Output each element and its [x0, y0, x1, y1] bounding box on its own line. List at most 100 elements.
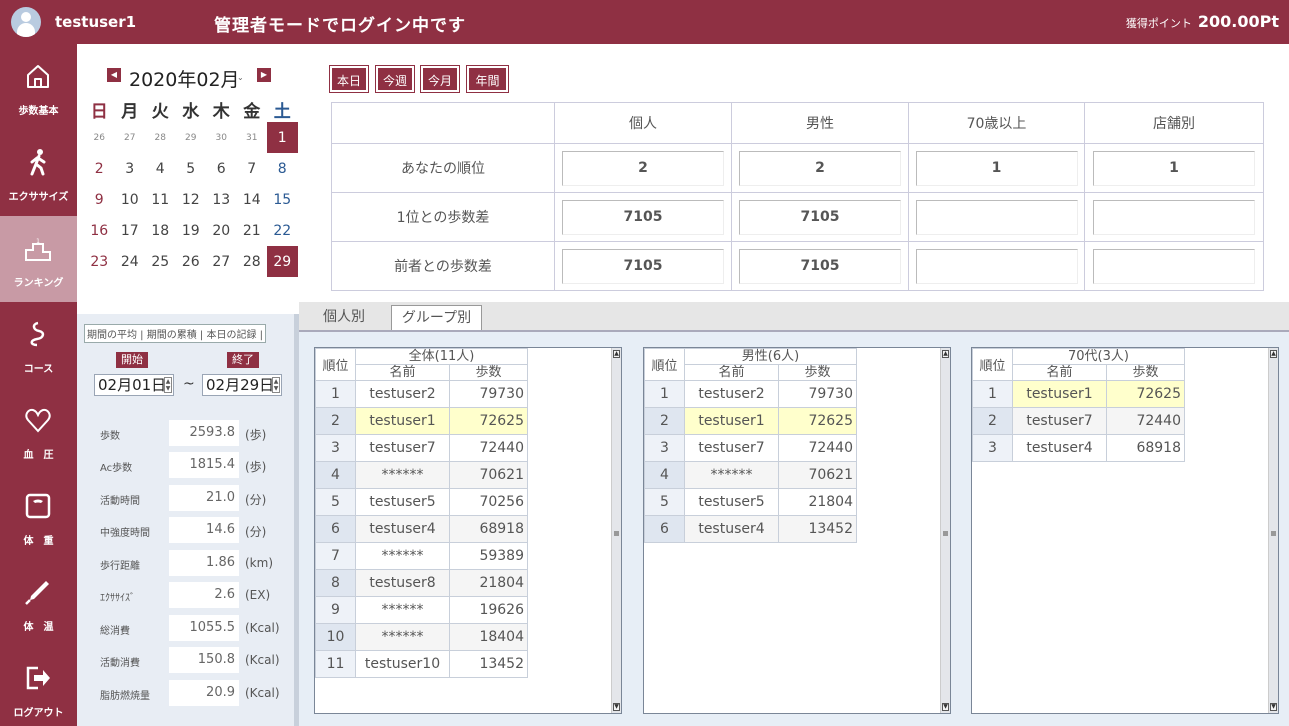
table-row[interactable]: 2 testuser1 72625 — [315, 407, 528, 435]
next-month-button[interactable]: ▶ — [257, 68, 271, 82]
table-row[interactable]: 7 ****** 59389 — [315, 542, 528, 570]
calendar-day[interactable]: 19 — [176, 215, 207, 246]
points-display: 獲得ポイント 200.00Pt — [1126, 12, 1279, 31]
table-row[interactable]: 6 testuser4 13452 — [644, 515, 857, 543]
calendar-day[interactable]: 20 — [206, 215, 237, 246]
calendar-day[interactable]: 27 — [206, 246, 237, 277]
calendar-day[interactable]: 31 — [237, 122, 268, 153]
nav-blood-pressure[interactable]: 血 圧 — [0, 388, 77, 474]
stat-value: 150.8 — [169, 647, 239, 673]
period-month-button[interactable]: 今月 — [420, 65, 460, 93]
tab-group[interactable]: グループ別 — [391, 305, 482, 330]
rank-cell: 5 — [315, 488, 356, 516]
table-row[interactable]: 3 testuser7 72440 — [644, 434, 857, 462]
table-row[interactable]: 5 testuser5 21804 — [644, 488, 857, 516]
calendar-day[interactable]: 3 — [115, 153, 146, 184]
scroll-grip-icon[interactable] — [1271, 531, 1276, 536]
chevron-down-icon[interactable]: ⌄ — [237, 73, 244, 82]
period-year-button[interactable]: 年間 — [466, 65, 509, 93]
weekday-label: 日 — [90, 101, 108, 122]
nav-logout[interactable]: ログアウト — [0, 646, 77, 726]
end-date-field[interactable]: 02月29日 ▲ ▼ — [202, 374, 282, 396]
table-row[interactable]: 2 testuser1 72625 — [644, 407, 857, 435]
table-row[interactable]: 3 testuser4 68918 — [972, 434, 1185, 462]
table-row[interactable]: 2 testuser7 72440 — [972, 407, 1185, 435]
table-row[interactable]: 5 testuser5 70256 — [315, 488, 528, 516]
calendar-day[interactable]: 2 — [84, 153, 115, 184]
calendar-day[interactable]: 27 — [115, 122, 146, 153]
scroll-up-icon[interactable]: ▲ — [613, 350, 620, 358]
calendar-day[interactable]: 4 — [145, 153, 176, 184]
nav-weight[interactable]: 体 重 — [0, 474, 77, 560]
scrollbar[interactable]: ▲ ▼ — [611, 348, 621, 713]
calendar-day[interactable]: 8 — [267, 153, 298, 184]
spinner-icon[interactable]: ▲ ▼ — [164, 377, 172, 393]
scroll-up-icon[interactable]: ▲ — [942, 350, 949, 358]
stats-tabs[interactable]: 期間の平均 | 期間の累積 | 本日の記録 | — [84, 324, 267, 343]
table-row[interactable]: 9 ****** 19626 — [315, 596, 528, 624]
scrollbar[interactable]: ▲ ▼ — [1268, 348, 1278, 713]
table-row[interactable]: 3 testuser7 72440 — [315, 434, 528, 462]
calendar-day[interactable]: 30 — [206, 122, 237, 153]
table-row[interactable]: 1 testuser2 79730 — [644, 380, 857, 408]
calendar-day-selected[interactable]: 29 — [267, 246, 298, 277]
calendar-day[interactable]: 17 — [115, 215, 146, 246]
calendar-month-title[interactable]: 2020年02月 — [129, 65, 240, 92]
scroll-down-icon[interactable]: ▼ — [1270, 703, 1277, 711]
nav-exercise[interactable]: エクササイズ — [0, 130, 77, 216]
calendar-day[interactable]: 24 — [115, 246, 146, 277]
scroll-down-icon[interactable]: ▼ — [942, 703, 949, 711]
calendar-day[interactable]: 21 — [237, 215, 268, 246]
table-row[interactable]: 10 ****** 18404 — [315, 623, 528, 651]
scroll-grip-icon[interactable] — [943, 531, 948, 536]
period-today-button[interactable]: 本日 — [329, 65, 369, 93]
calendar-day[interactable]: 23 — [84, 246, 115, 277]
calendar-day[interactable]: 15 — [267, 184, 298, 215]
calendar-day[interactable]: 28 — [237, 246, 268, 277]
scroll-down-icon[interactable]: ▼ — [613, 703, 620, 711]
calendar-day-selected[interactable]: 1 — [267, 122, 298, 153]
scroll-grip-icon[interactable] — [614, 531, 619, 536]
scroll-up-icon[interactable]: ▲ — [1270, 350, 1277, 358]
range-separator: ~ — [183, 376, 195, 392]
spinner-icon[interactable]: ▲ ▼ — [272, 377, 280, 393]
calendar-day[interactable]: 9 — [84, 184, 115, 215]
prev-month-button[interactable]: ◀ — [107, 68, 121, 82]
period-week-button[interactable]: 今週 — [375, 65, 415, 93]
calendar-day[interactable]: 26 — [84, 122, 115, 153]
table-row[interactable]: 4 ****** 70621 — [315, 461, 528, 489]
calendar-day[interactable]: 14 — [237, 184, 268, 215]
nav-label: 体 温 — [23, 622, 54, 633]
start-date-field[interactable]: 02月01日 ▲ ▼ — [94, 374, 174, 396]
calendar-day[interactable]: 11 — [145, 184, 176, 215]
nav-ranking[interactable]: 1 ランキング — [0, 216, 77, 302]
calendar-day[interactable]: 26 — [176, 246, 207, 277]
nav-temperature[interactable]: 体 温 — [0, 560, 77, 646]
table-row[interactable]: 1 testuser1 72625 — [972, 380, 1185, 408]
weekday-label: 土 — [273, 101, 291, 122]
calendar-day[interactable]: 6 — [206, 153, 237, 184]
calendar-day[interactable]: 25 — [145, 246, 176, 277]
calendar-day[interactable]: 16 — [84, 215, 115, 246]
weekday-label: 木 — [212, 101, 230, 122]
start-date-value: 02月01日 — [98, 376, 167, 394]
calendar-day[interactable]: 13 — [206, 184, 237, 215]
calendar-day[interactable]: 12 — [176, 184, 207, 215]
calendar-day[interactable]: 10 — [115, 184, 146, 215]
table-row[interactable]: 11 testuser10 13452 — [315, 650, 528, 678]
table-row[interactable]: 8 testuser8 21804 — [315, 569, 528, 597]
calendar-day[interactable]: 29 — [176, 122, 207, 153]
calendar-day[interactable]: 28 — [145, 122, 176, 153]
scrollbar[interactable]: ▲ ▼ — [940, 348, 950, 713]
tab-individual[interactable]: 個人別 — [309, 305, 379, 330]
table-row[interactable]: 4 ****** 70621 — [644, 461, 857, 489]
table-row[interactable]: 6 testuser4 68918 — [315, 515, 528, 543]
table-row[interactable]: 1 testuser2 79730 — [315, 380, 528, 408]
calendar-day[interactable]: 5 — [176, 153, 207, 184]
name-cell: testuser4 — [355, 515, 450, 543]
nav-course[interactable]: コース — [0, 302, 77, 388]
calendar-day[interactable]: 22 — [267, 215, 298, 246]
calendar-day[interactable]: 18 — [145, 215, 176, 246]
nav-home[interactable]: 歩数基本 — [0, 44, 77, 130]
calendar-day[interactable]: 7 — [237, 153, 268, 184]
